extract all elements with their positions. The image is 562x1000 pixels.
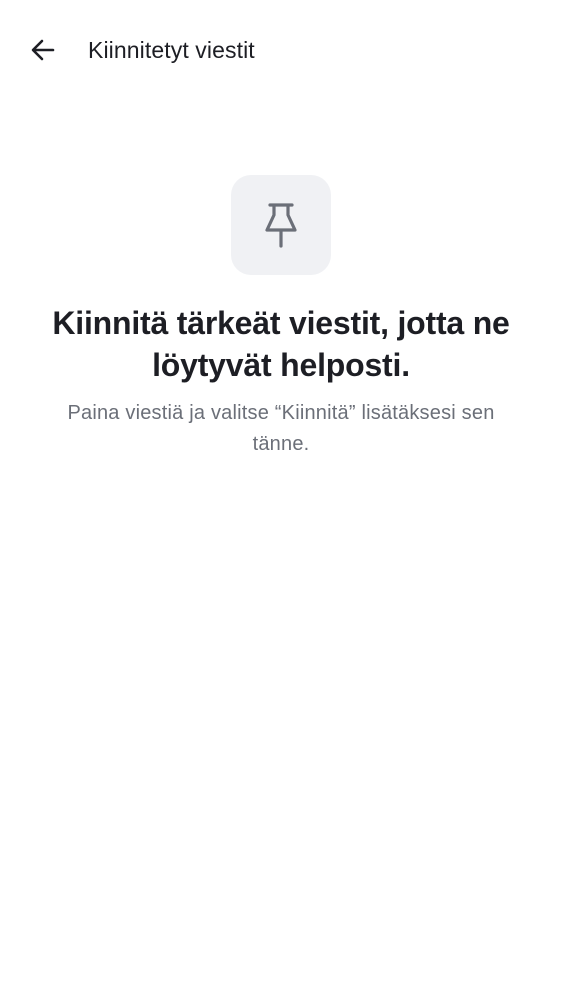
arrow-left-icon <box>31 39 55 61</box>
back-button[interactable] <box>19 26 67 74</box>
empty-state-hint: Paina viestiä ja valitse “Kiinnitä” lisä… <box>67 402 495 455</box>
empty-state: Kiinnitä tärkeät viestit, jotta ne löyty… <box>0 175 562 460</box>
top-app-bar: Kiinnitetyt viestit <box>0 0 562 100</box>
page-title: Kiinnitetyt viestit <box>88 37 255 63</box>
pin-icon-tile <box>231 175 331 275</box>
pinned-messages-screen: Kiinnitetyt viestit Kiinnitä tärkeät vie… <box>0 0 562 1000</box>
pushpin-icon <box>265 203 297 248</box>
empty-state-headline: Kiinnitä tärkeät viestit, jotta ne löyty… <box>52 305 510 383</box>
